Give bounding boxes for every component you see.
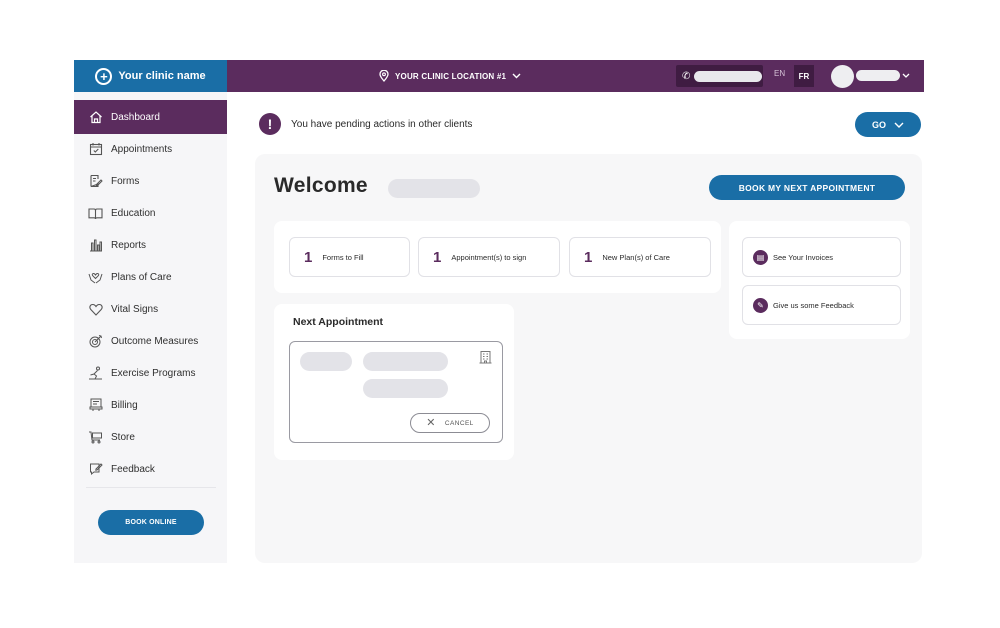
sidebar-item-label: Store [111,431,135,443]
stat-label: Appointment(s) to sign [451,252,527,262]
give-feedback-link[interactable]: ✎ Give us some Feedback [742,285,901,325]
sidebar-item-reports[interactable]: Reports [74,229,227,261]
book-icon [88,206,103,221]
home-icon [88,110,103,125]
sidebar-item-billing[interactable]: Billing [74,389,227,421]
phone-number-placeholder [694,70,763,82]
cancel-appointment-button[interactable]: ✕ CANCEL [410,413,490,433]
close-icon: ✕ [426,416,436,429]
sidebar-item-label: Billing [111,399,138,411]
quick-links-card: ▤ See Your Invoices ✎ Give us some Feedb… [729,221,910,339]
sidebar-item-appointments[interactable]: Appointments [74,133,227,165]
sidebar-item-feedback[interactable]: Feedback [74,453,227,485]
link-label: See Your Invoices [773,252,834,262]
pending-actions-text: You have pending actions in other client… [291,119,473,130]
stat-count: 1 [433,248,442,266]
plus-circle-icon: + [95,67,113,85]
location-pin-icon [379,70,389,82]
sidebar-item-education[interactable]: Education [74,197,227,229]
sidebar-item-label: Exercise Programs [111,367,196,379]
stat-label: Forms to Fill [322,252,364,262]
sidebar-item-label: Dashboard [111,111,160,123]
stat-count: 1 [304,248,313,266]
location-selector[interactable]: YOUR CLINIC LOCATION #1 [379,60,521,92]
sidebar-divider [86,487,216,488]
go-button-label: GO [871,119,886,130]
location-label: YOUR CLINIC LOCATION #1 [395,71,507,81]
heart-icon [88,302,103,317]
stat-label: New Plan(s) of Care [602,252,670,262]
link-label: Give us some Feedback [773,300,854,310]
next-appointment-title: Next Appointment [293,316,384,328]
sidebar: Dashboard Appointments Forms Education R… [74,92,227,563]
cancel-label: CANCEL [444,419,474,427]
user-menu-chevron-icon[interactable] [902,73,910,79]
sidebar-item-label: Plans of Care [111,271,172,283]
appointment-details: ✕ CANCEL [289,341,503,443]
stat-appointments-to-sign[interactable]: 1 Appointment(s) to sign [418,237,560,277]
sidebar-item-dashboard[interactable]: Dashboard [74,100,227,134]
sidebar-item-label: Reports [111,239,147,251]
sidebar-item-outcome-measures[interactable]: Outcome Measures [74,325,227,357]
sidebar-item-plans-of-care[interactable]: Plans of Care [74,261,227,293]
phone-display[interactable]: ✆ [676,65,763,87]
sidebar-item-label: Outcome Measures [111,335,199,347]
feedback-icon [88,462,103,477]
sidebar-item-label: Education [111,207,156,219]
phone-icon: ✆ [682,70,691,82]
book-next-appointment-button[interactable]: BOOK MY NEXT APPOINTMENT [709,175,905,200]
next-appointment-card: Next Appointment ✕ CANCEL [274,304,514,460]
top-bar: + Your clinic name YOUR CLINIC LOCATION … [74,60,924,92]
store-icon [88,430,103,445]
billing-icon [88,398,103,413]
clinic-name: Your clinic name [118,70,206,82]
sidebar-item-label: Forms [111,175,140,187]
sidebar-item-label: Appointments [111,143,173,155]
hands-care-icon [88,270,103,285]
sidebar-item-label: Vital Signs [111,303,159,315]
language-en[interactable]: EN [774,69,785,78]
sidebar-item-forms[interactable]: Forms [74,165,227,197]
stat-forms-to-fill[interactable]: 1 Forms to Fill [289,237,410,277]
form-edit-icon [88,174,103,189]
book-online-button[interactable]: BOOK ONLINE [98,510,204,535]
appointment-practitioner-placeholder [363,379,448,398]
appointment-date-placeholder [300,352,352,371]
language-fr[interactable]: FR [794,65,814,87]
alert-icon: ! [259,113,281,135]
chart-icon [88,238,103,253]
building-icon [479,351,492,364]
app-frame: + Your clinic name YOUR CLINIC LOCATION … [74,60,924,563]
user-name-placeholder[interactable] [856,70,900,81]
feedback-icon: ✎ [753,297,768,313]
chevron-down-icon [512,73,521,79]
pending-stats-card: 1 Forms to Fill 1 Appointment(s) to sign… [274,221,721,293]
welcome-heading: Welcome [274,174,368,197]
stat-count: 1 [584,248,593,266]
user-name-placeholder [388,179,480,198]
avatar[interactable] [831,65,854,88]
see-invoices-link[interactable]: ▤ See Your Invoices [742,237,901,277]
sidebar-item-store[interactable]: Store [74,421,227,453]
clinic-brand[interactable]: + Your clinic name [74,60,227,92]
appointment-time-placeholder [363,352,448,371]
invoice-icon: ▤ [753,249,768,265]
exercise-icon [88,366,103,381]
go-button[interactable]: GO [855,112,921,137]
calendar-check-icon [88,142,103,157]
stat-new-plans-of-care[interactable]: 1 New Plan(s) of Care [569,237,711,277]
dashboard-panel: Welcome BOOK MY NEXT APPOINTMENT 1 Forms… [255,154,922,563]
sidebar-item-label: Feedback [111,463,155,475]
target-icon [88,334,103,349]
sidebar-item-exercise-programs[interactable]: Exercise Programs [74,357,227,389]
sidebar-item-vital-signs[interactable]: Vital Signs [74,293,227,325]
chevron-down-icon [894,122,904,128]
